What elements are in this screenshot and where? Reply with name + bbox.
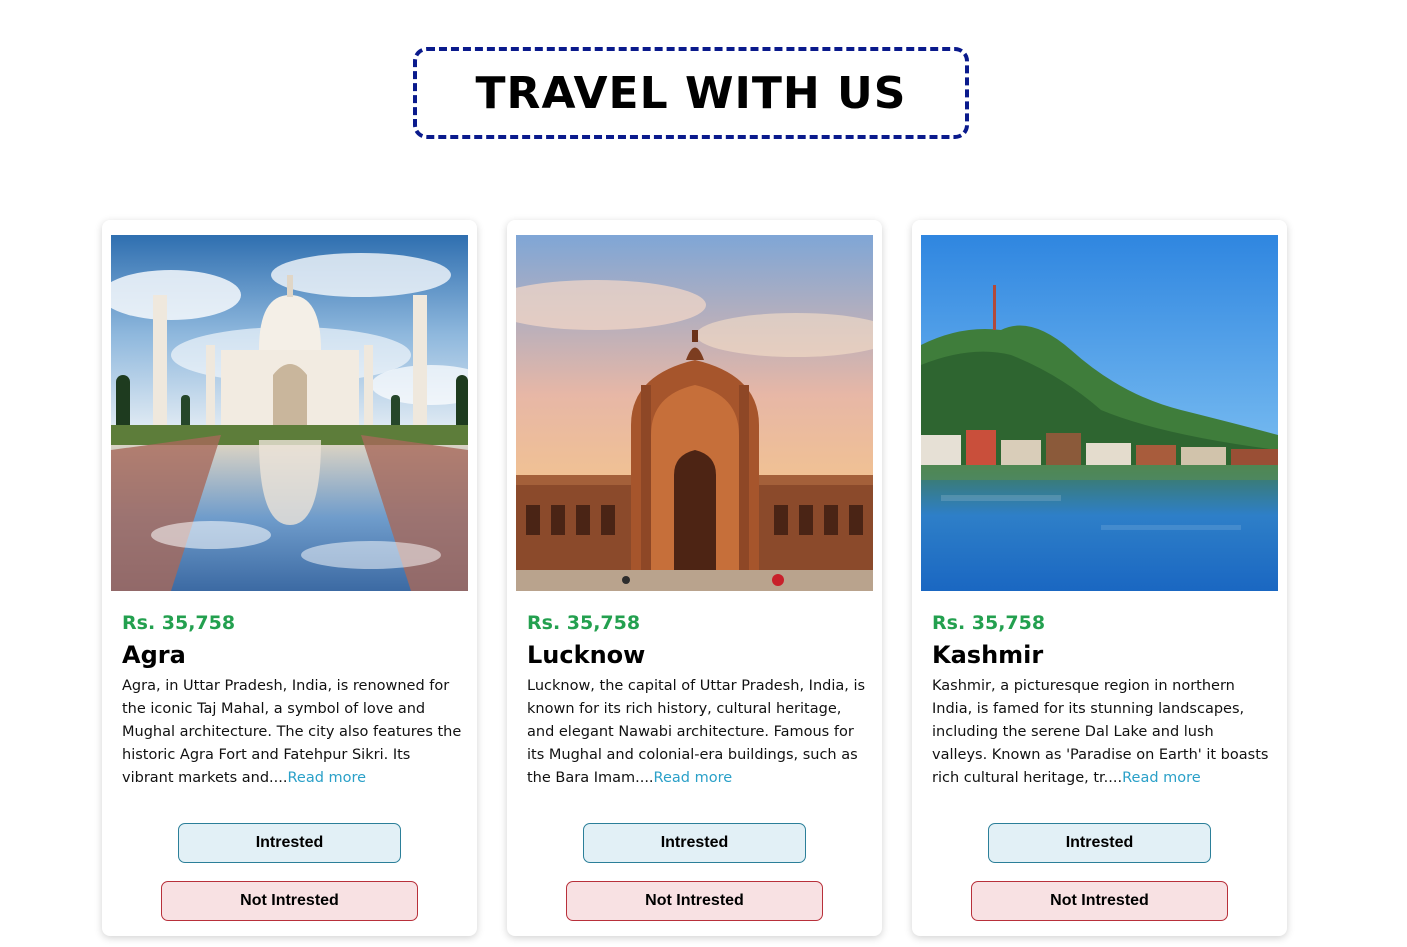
read-more-link[interactable]: Read more bbox=[1122, 770, 1201, 786]
dal-lake-image bbox=[921, 235, 1278, 591]
description: Agra, in Uttar Pradesh, India, is renown… bbox=[122, 675, 462, 790]
price-label: Rs. 35,758 bbox=[932, 612, 1046, 634]
city-name: Kashmir bbox=[932, 641, 1044, 669]
price-label: Rs. 35,758 bbox=[527, 612, 641, 634]
cards-row: Rs. 35,758 Agra Agra, in Uttar Pradesh, … bbox=[102, 220, 1287, 936]
read-more-link[interactable]: Read more bbox=[287, 770, 366, 786]
destination-card-kashmir: Rs. 35,758 Kashmir Kashmir, a picturesqu… bbox=[912, 220, 1287, 936]
description: Lucknow, the capital of Uttar Pradesh, I… bbox=[527, 675, 867, 790]
description: Kashmir, a picturesque region in norther… bbox=[932, 675, 1272, 790]
not-interested-button[interactable]: Not Intrested bbox=[161, 881, 418, 921]
interested-button[interactable]: Intrested bbox=[178, 823, 401, 863]
city-name: Lucknow bbox=[527, 641, 646, 669]
read-more-link[interactable]: Read more bbox=[654, 770, 733, 786]
not-interested-button[interactable]: Not Intrested bbox=[566, 881, 823, 921]
not-interested-button[interactable]: Not Intrested bbox=[971, 881, 1228, 921]
taj-mahal-image bbox=[111, 235, 468, 591]
destination-card-agra: Rs. 35,758 Agra Agra, in Uttar Pradesh, … bbox=[102, 220, 477, 936]
city-name: Agra bbox=[122, 641, 186, 669]
title-box: TRAVEL WITH US bbox=[413, 47, 969, 139]
page: TRAVEL WITH US Rs. 35,758 Agra Agra, in … bbox=[0, 0, 1407, 947]
page-title: TRAVEL WITH US bbox=[475, 67, 907, 119]
destination-card-lucknow: Rs. 35,758 Lucknow Lucknow, the capital … bbox=[507, 220, 882, 936]
description-text: Kashmir, a picturesque region in norther… bbox=[932, 678, 1269, 786]
interested-button[interactable]: Intrested bbox=[988, 823, 1211, 863]
interested-button[interactable]: Intrested bbox=[583, 823, 806, 863]
price-label: Rs. 35,758 bbox=[122, 612, 236, 634]
rumi-darwaza-image bbox=[516, 235, 873, 591]
